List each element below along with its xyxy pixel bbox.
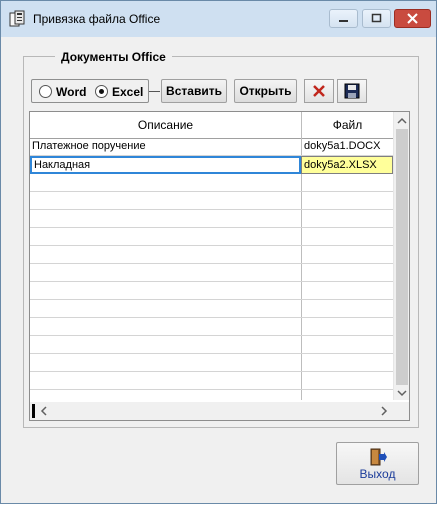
radio-word[interactable]: Word — [39, 84, 86, 99]
empty-table-row[interactable] — [30, 318, 393, 336]
minimize-button[interactable] — [329, 9, 358, 28]
table-row-active[interactable]: Накладная doky5a2.XLSX — [30, 156, 393, 174]
cell-description-editing[interactable]: Накладная — [30, 156, 301, 174]
format-radio-group: Word Excel — [31, 79, 149, 103]
delete-button[interactable] — [304, 79, 334, 103]
maximize-button[interactable] — [362, 9, 391, 28]
close-icon — [407, 13, 418, 24]
empty-table-row[interactable] — [30, 264, 393, 282]
floppy-disk-icon — [344, 83, 360, 99]
radio-excel-label: Excel — [112, 84, 144, 99]
documents-table[interactable]: Описание Файл Платежное поручение doky5a… — [29, 111, 410, 421]
office-file-icon — [9, 10, 25, 27]
scroll-down-arrow-icon[interactable] — [394, 386, 410, 400]
column-header-description[interactable]: Описание — [30, 112, 301, 138]
empty-table-row[interactable] — [30, 246, 393, 264]
exit-label: Выход — [359, 467, 396, 481]
insert-button[interactable]: Вставить — [161, 79, 227, 103]
horizontal-scroll-marker — [32, 404, 35, 418]
scrollbar-corner — [393, 402, 409, 420]
maximize-icon — [371, 13, 382, 23]
scroll-left-arrow-icon[interactable] — [37, 402, 51, 420]
save-button[interactable] — [337, 79, 367, 103]
window-title: Привязка файла Office — [33, 12, 161, 26]
group-title: Документы Office — [55, 50, 172, 64]
column-header-file[interactable]: Файл — [302, 112, 393, 138]
open-button[interactable]: Открыть — [234, 79, 297, 103]
connector-line — [149, 91, 160, 92]
radio-excel[interactable]: Excel — [95, 84, 143, 99]
cell-file[interactable]: doky5a1.DOCX — [302, 138, 394, 155]
empty-table-row[interactable] — [30, 192, 393, 210]
dialog-window: Привязка файла Office Документы Office W… — [0, 0, 437, 504]
empty-table-row[interactable] — [30, 336, 393, 354]
radio-excel-circle[interactable] — [95, 85, 108, 98]
table-header: Описание Файл — [30, 112, 393, 139]
empty-table-row[interactable] — [30, 372, 393, 390]
table-row[interactable]: Платежное поручение doky5a1.DOCX — [30, 138, 393, 156]
empty-table-row[interactable] — [30, 354, 393, 372]
empty-table-row[interactable] — [30, 300, 393, 318]
minimize-icon — [339, 20, 348, 22]
exit-door-icon — [370, 448, 387, 466]
horizontal-scrollbar[interactable] — [30, 402, 393, 420]
cell-description[interactable]: Платежное поручение — [32, 138, 300, 155]
cell-file-selected[interactable]: doky5a2.XLSX — [301, 156, 393, 174]
scroll-up-arrow-icon[interactable] — [394, 114, 410, 128]
empty-table-row[interactable] — [30, 282, 393, 300]
delete-x-icon — [313, 85, 325, 97]
scroll-right-arrow-icon[interactable] — [377, 402, 391, 420]
empty-table-row[interactable] — [30, 210, 393, 228]
radio-word-label: Word — [56, 84, 87, 99]
empty-table-row[interactable] — [30, 174, 393, 192]
close-button[interactable] — [394, 9, 431, 28]
exit-button[interactable]: Выход — [336, 442, 419, 485]
title-bar[interactable]: Привязка файла Office — [1, 1, 436, 37]
radio-word-circle[interactable] — [39, 85, 52, 98]
vertical-scrollbar[interactable] — [393, 112, 410, 400]
vertical-scroll-thumb[interactable] — [396, 129, 408, 385]
empty-table-row[interactable] — [30, 228, 393, 246]
